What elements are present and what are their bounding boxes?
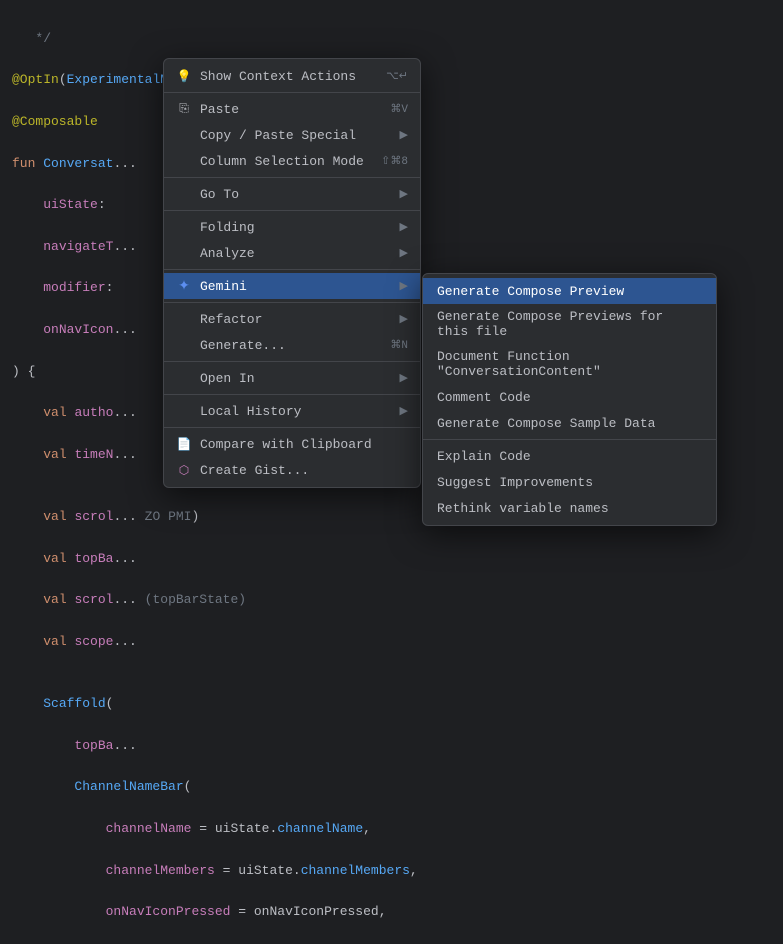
menu-divider <box>164 361 420 362</box>
empty-icon <box>176 153 192 169</box>
submenu-item-document-function[interactable]: Document Function "ConversationContent" <box>423 344 716 384</box>
menu-item-compare-clipboard[interactable]: 📄 Compare with Clipboard <box>164 431 420 457</box>
empty-icon <box>176 337 192 353</box>
menu-label: Gemini <box>200 279 247 294</box>
menu-item-local-history[interactable]: Local History ▶ <box>164 398 420 424</box>
gemini-submenu: Generate Compose Preview Generate Compos… <box>422 273 717 526</box>
menu-item-create-gist[interactable]: ⬡ Create Gist... <box>164 457 420 483</box>
submenu-item-explain-code[interactable]: Explain Code <box>423 443 716 469</box>
menu-label: Show Context Actions <box>200 69 356 84</box>
menu-divider <box>164 210 420 211</box>
empty-icon <box>176 186 192 202</box>
submenu-label: Suggest Improvements <box>437 475 593 490</box>
context-menu: 💡 Show Context Actions ⌥↵ ⎘ Paste ⌘V Cop… <box>163 58 421 488</box>
submenu-label: Document Function "ConversationContent" <box>437 349 702 379</box>
menu-label: Analyze <box>200 246 255 261</box>
menu-label: Paste <box>200 102 239 117</box>
menu-label: Folding <box>200 220 255 235</box>
menu-divider <box>164 177 420 178</box>
empty-icon <box>176 219 192 235</box>
menu-label: Copy / Paste Special <box>200 128 356 143</box>
arrow-icon: ▶ <box>400 220 408 234</box>
menu-divider <box>164 269 420 270</box>
menu-label: Column Selection Mode <box>200 154 364 169</box>
submenu-label: Explain Code <box>437 449 531 464</box>
empty-icon <box>176 245 192 261</box>
arrow-icon: ▶ <box>400 404 408 418</box>
menu-item-copy-paste-special[interactable]: Copy / Paste Special ▶ <box>164 122 420 148</box>
menu-divider <box>164 427 420 428</box>
menu-item-analyze[interactable]: Analyze ▶ <box>164 240 420 266</box>
submenu-item-rethink-variable[interactable]: Rethink variable names <box>423 495 716 521</box>
menu-divider <box>164 394 420 395</box>
shortcut: ⇧⌘8 <box>381 154 408 168</box>
empty-icon <box>176 311 192 327</box>
submenu-item-comment-code[interactable]: Comment Code <box>423 384 716 410</box>
menu-item-go-to[interactable]: Go To ▶ <box>164 181 420 207</box>
gist-icon: ⬡ <box>176 462 192 478</box>
menu-item-paste[interactable]: ⎘ Paste ⌘V <box>164 96 420 122</box>
submenu-label: Rethink variable names <box>437 501 609 516</box>
menu-item-show-context-actions[interactable]: 💡 Show Context Actions ⌥↵ <box>164 63 420 89</box>
menu-item-folding[interactable]: Folding ▶ <box>164 214 420 240</box>
arrow-icon: ▶ <box>400 371 408 385</box>
arrow-icon: ▶ <box>400 246 408 260</box>
arrow-icon: ▶ <box>400 187 408 201</box>
arrow-icon: ▶ <box>400 279 408 293</box>
gemini-icon: ✦ <box>176 278 192 294</box>
menu-label: Create Gist... <box>200 463 309 478</box>
shortcut: ⌥↵ <box>386 69 408 83</box>
menu-label: Local History <box>200 404 301 419</box>
menu-label: Open In <box>200 371 255 386</box>
empty-icon <box>176 370 192 386</box>
menu-item-refactor[interactable]: Refactor ▶ <box>164 306 420 332</box>
menu-divider <box>164 302 420 303</box>
arrow-icon: ▶ <box>400 128 408 142</box>
menu-item-column-selection[interactable]: Column Selection Mode ⇧⌘8 <box>164 148 420 174</box>
submenu-item-suggest-improvements[interactable]: Suggest Improvements <box>423 469 716 495</box>
menu-label: Refactor <box>200 312 262 327</box>
submenu-item-generate-compose-previews-file[interactable]: Generate Compose Previews for this file <box>423 304 716 344</box>
lightbulb-icon: 💡 <box>176 68 192 84</box>
shortcut: ⌘N <box>390 338 408 352</box>
menu-item-gemini[interactable]: ✦ Gemini ▶ Generate Compose Preview Gene… <box>164 273 420 299</box>
submenu-label: Generate Compose Preview <box>437 284 624 299</box>
empty-icon <box>176 127 192 143</box>
shortcut: ⌘V <box>390 102 408 116</box>
menu-label: Generate... <box>200 338 286 353</box>
submenu-label: Generate Compose Sample Data <box>437 416 655 431</box>
submenu-item-generate-compose-sample[interactable]: Generate Compose Sample Data <box>423 410 716 436</box>
empty-icon <box>176 403 192 419</box>
menu-divider <box>164 92 420 93</box>
menu-item-open-in[interactable]: Open In ▶ <box>164 365 420 391</box>
arrow-icon: ▶ <box>400 312 408 326</box>
submenu-label: Generate Compose Previews for this file <box>437 309 702 339</box>
submenu-item-generate-compose-preview[interactable]: Generate Compose Preview <box>423 278 716 304</box>
submenu-divider <box>423 439 716 440</box>
menu-label: Compare with Clipboard <box>200 437 372 452</box>
menu-item-generate[interactable]: Generate... ⌘N <box>164 332 420 358</box>
compare-icon: 📄 <box>176 436 192 452</box>
menu-label: Go To <box>200 187 239 202</box>
paste-icon: ⎘ <box>176 101 192 117</box>
submenu-label: Comment Code <box>437 390 531 405</box>
